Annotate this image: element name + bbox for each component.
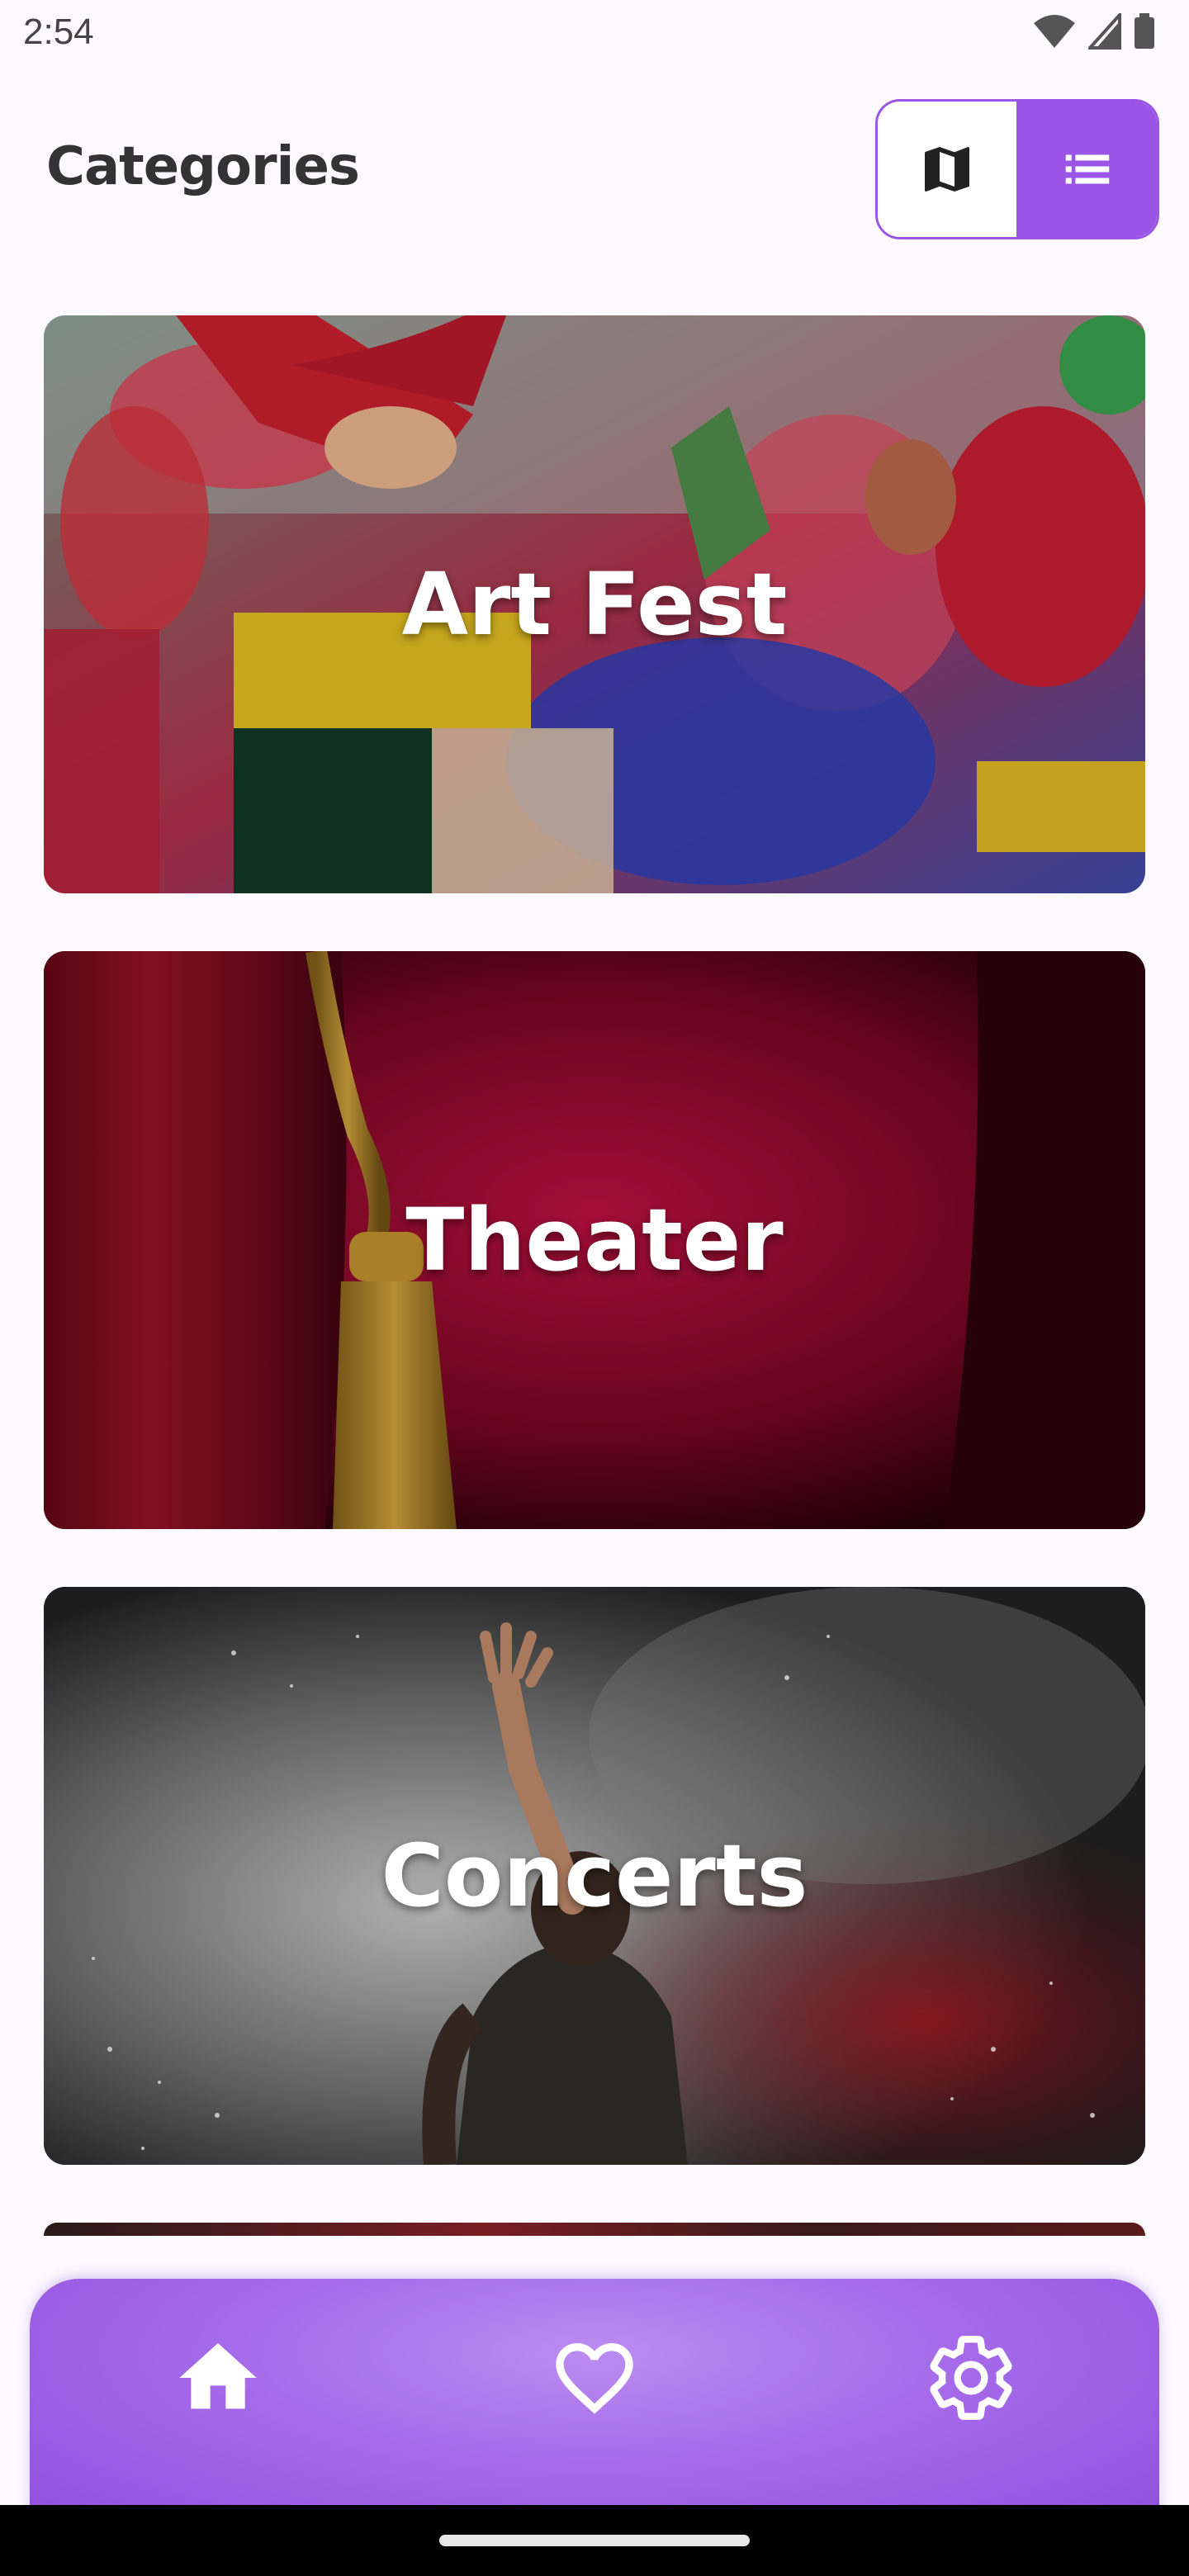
bottom-navigation (30, 2279, 1159, 2526)
list-view-icon (1066, 154, 1110, 184)
category-label: Theater (405, 1190, 784, 1290)
home-gesture-handle[interactable] (439, 2535, 750, 2546)
category-card-partial[interactable] (44, 2223, 1145, 2236)
home-icon (179, 2343, 257, 2409)
status-time: 2:54 (23, 12, 94, 52)
nav-home-button[interactable] (168, 2328, 268, 2427)
nav-settings-button[interactable] (921, 2328, 1021, 2427)
battery-icon (1135, 13, 1154, 49)
view-toggle (875, 99, 1159, 239)
map-view-icon (924, 147, 969, 192)
cellular-signal-icon (1088, 13, 1121, 50)
heart-icon (556, 2343, 633, 2414)
page-title: Categories (46, 136, 360, 197)
category-card-art-fest[interactable]: Art Fest (44, 315, 1145, 893)
list-view-button[interactable] (1018, 102, 1157, 237)
settings-gear-icon (930, 2336, 1012, 2420)
system-navigation-bar (0, 2505, 1189, 2576)
category-label: Concerts (381, 1825, 808, 1926)
category-card-concerts[interactable]: Concerts (44, 1587, 1145, 2165)
category-card-theater[interactable]: Theater (44, 951, 1145, 1529)
status-icons (1032, 13, 1156, 50)
category-label: Art Fest (401, 554, 788, 655)
nav-favorites-button[interactable] (545, 2328, 644, 2427)
screen: 2:54 Categories Art Fest Theater Concert… (0, 0, 1189, 2576)
wifi-icon (1034, 15, 1075, 48)
status-bar: 2:54 (0, 0, 1189, 74)
map-view-button[interactable] (878, 102, 1019, 237)
